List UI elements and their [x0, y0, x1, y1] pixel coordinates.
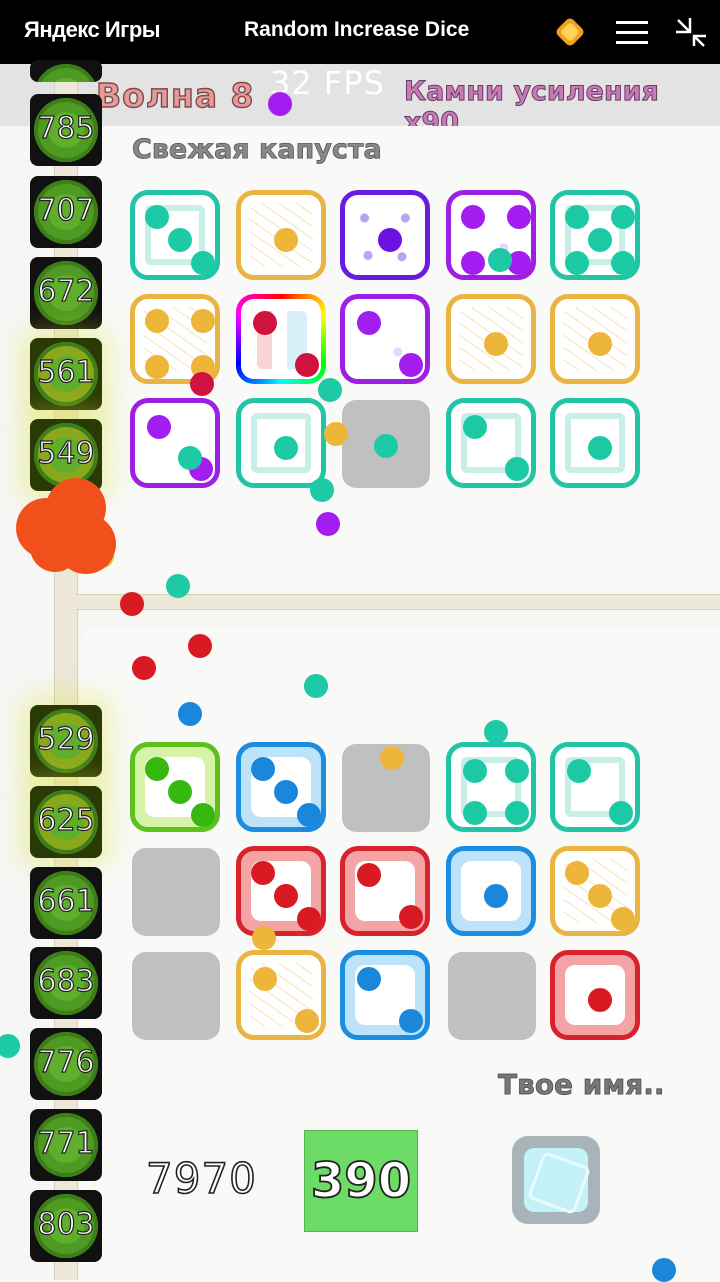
die-rainbow — [236, 294, 326, 384]
die-red[interactable] — [236, 846, 326, 936]
projectile — [188, 634, 212, 658]
die-green[interactable] — [130, 742, 220, 832]
die-purple — [130, 398, 220, 488]
die-teal — [236, 398, 326, 488]
enemy-hp: 707 — [37, 192, 95, 228]
projectile — [318, 378, 342, 402]
menu-icon[interactable] — [614, 14, 650, 50]
projectile — [268, 92, 292, 116]
die-violet — [340, 190, 430, 280]
opponent-name: Свежая капуста — [132, 134, 383, 166]
die-gold[interactable] — [550, 846, 640, 936]
projectile — [252, 926, 276, 950]
enemy-hp: 683 — [37, 963, 95, 999]
die-teal — [446, 398, 536, 488]
buy-dice-button[interactable]: 390 — [304, 1130, 418, 1232]
money-counter: 7970 — [145, 1153, 257, 1204]
enemy-virus: 771 — [30, 1109, 102, 1181]
enemy-hp: 771 — [37, 1125, 95, 1161]
projectile — [178, 446, 202, 470]
projectile — [652, 1258, 676, 1282]
empty-slot[interactable] — [132, 952, 220, 1040]
projectile — [324, 422, 348, 446]
enemy-hp: 776 — [37, 1044, 95, 1080]
enemy-virus: 776 — [30, 1028, 102, 1100]
projectile — [0, 1034, 20, 1058]
enemy-hp: 529 — [37, 721, 95, 757]
enemy-virus: 683 — [30, 947, 102, 1019]
die-red[interactable] — [550, 950, 640, 1040]
die-gold — [446, 294, 536, 384]
die-gold — [236, 190, 326, 280]
projectile — [166, 574, 190, 598]
game-title: Random Increase Dice — [244, 18, 470, 41]
die-gold — [130, 294, 220, 384]
die-gold — [550, 294, 640, 384]
die-teal — [550, 190, 640, 280]
die-blue[interactable] — [340, 950, 430, 1040]
die-teal — [130, 190, 220, 280]
projectile — [120, 592, 144, 616]
empty-slot[interactable] — [448, 952, 536, 1040]
die-blue[interactable] — [446, 846, 536, 936]
coins-icon[interactable] — [552, 14, 588, 50]
die-red[interactable] — [340, 846, 430, 936]
projectile — [310, 478, 334, 502]
die-blue[interactable] — [236, 742, 326, 832]
enemy-hp: 672 — [37, 273, 95, 309]
die-teal[interactable] — [446, 742, 536, 832]
enemy-virus: 529 — [30, 705, 102, 777]
ice-ability-icon[interactable] — [512, 1136, 600, 1224]
buy-cost-label: 390 — [310, 1152, 412, 1210]
brand-logo[interactable]: Яндекс Игры — [24, 17, 161, 43]
die-teal[interactable] — [550, 742, 640, 832]
enemy-virus: 707 — [30, 176, 102, 248]
enemy-hp: 625 — [37, 802, 95, 838]
enemy-hp: 661 — [37, 883, 95, 919]
enemy-hp: 803 — [37, 1206, 95, 1242]
empty-slot[interactable] — [132, 848, 220, 936]
enemy-hp: 785 — [37, 110, 95, 146]
enemy-virus: 672 — [30, 257, 102, 329]
projectile — [316, 512, 340, 536]
enemy-virus: 785 — [30, 94, 102, 166]
enemy-virus — [30, 60, 102, 82]
projectile — [190, 372, 214, 396]
enemy-virus: 661 — [30, 867, 102, 939]
die-teal — [550, 398, 640, 488]
projectile — [484, 720, 508, 744]
projectile — [132, 656, 156, 680]
player-name[interactable]: Твое имя.. — [498, 1068, 665, 1102]
enemy-hp: 549 — [37, 435, 95, 471]
projectile — [374, 434, 398, 458]
enemy-virus: 561 — [30, 338, 102, 410]
wave-counter: Волна 8 — [95, 75, 255, 115]
enemy-virus: 803 — [30, 1190, 102, 1262]
projectile — [380, 746, 404, 770]
explosion-effect — [16, 478, 120, 578]
collapse-icon[interactable] — [672, 14, 708, 50]
enemy-hp: 561 — [37, 354, 95, 390]
top-bar: Яндекс Игры Random Increase Dice — [0, 0, 720, 64]
die-gold[interactable] — [236, 950, 326, 1040]
projectile — [488, 248, 512, 272]
projectile — [178, 702, 202, 726]
projectile — [304, 674, 328, 698]
enemy-virus: 625 — [30, 786, 102, 858]
die-purple — [340, 294, 430, 384]
